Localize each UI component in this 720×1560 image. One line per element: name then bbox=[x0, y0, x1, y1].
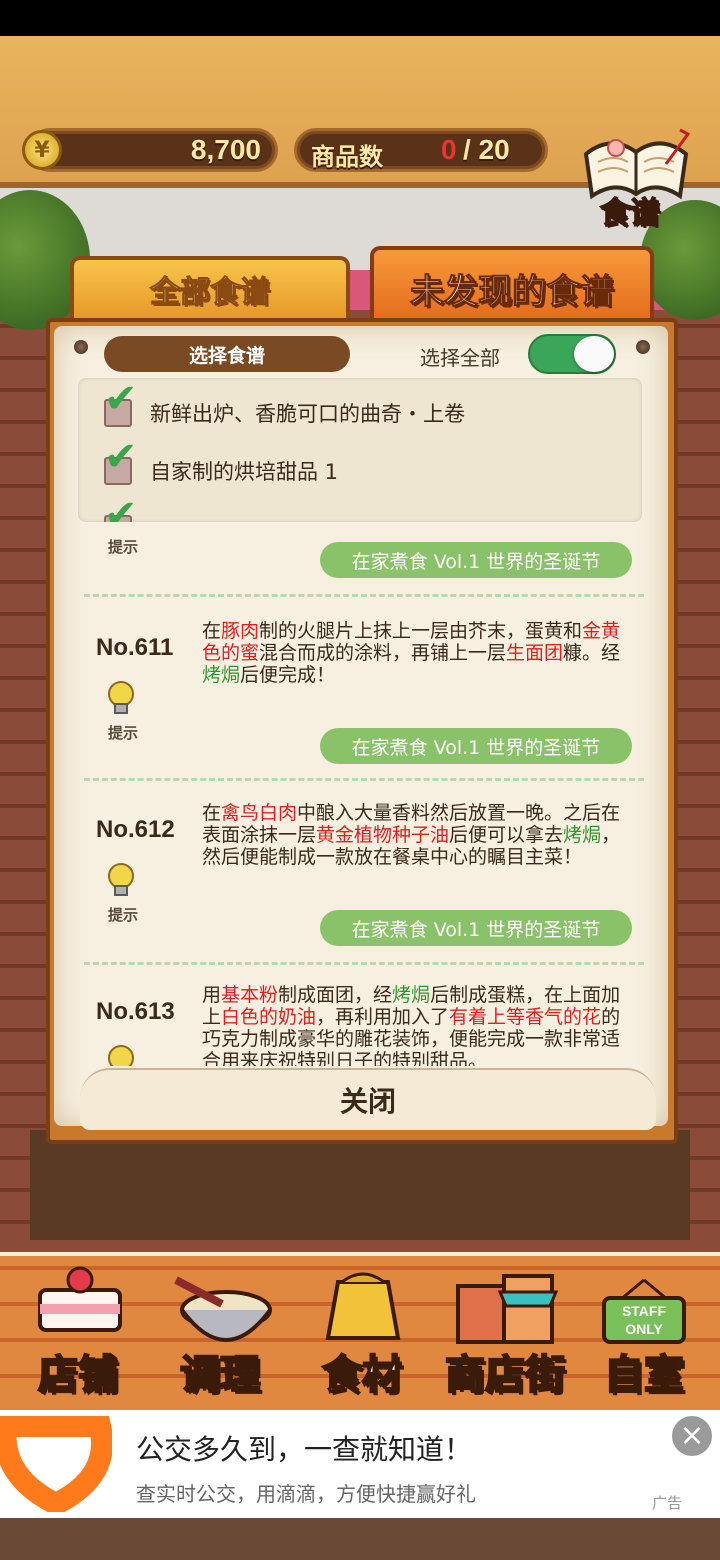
storefront-icon bbox=[456, 1274, 559, 1344]
nav-label: 店铺 bbox=[37, 1351, 119, 1399]
shop-floor bbox=[30, 1130, 690, 1240]
divider bbox=[84, 594, 644, 597]
close-button[interactable]: 关闭 bbox=[80, 1068, 656, 1130]
lightbulb-icon[interactable] bbox=[104, 862, 138, 898]
nav-label: 自室 bbox=[603, 1351, 685, 1399]
ad-title[interactable]: 公交多久到，一查就知道！ bbox=[136, 1428, 472, 1468]
product-count-current: 0 bbox=[441, 134, 457, 165]
status-bar bbox=[0, 0, 720, 36]
recipe-description: 用基本粉制成面团，经烤焗后制成蛋糕，在上面加上白色的奶油，再利用加入了有着上等香… bbox=[202, 984, 621, 1066]
divider bbox=[84, 778, 644, 781]
filter-item[interactable]: ✔ 自家制的烘培甜品 1 bbox=[104, 437, 339, 496]
toggle-knob bbox=[574, 336, 614, 372]
staff-only-sign-icon: STAFF ONLY bbox=[602, 1278, 686, 1344]
recipe-entry: No.612 提示 在禽鸟白肉中酿入大量香料然后放置一晚。之后在表面涂抹一层黄金… bbox=[84, 800, 644, 982]
hint-label[interactable]: 提示 bbox=[108, 722, 138, 743]
recipe-filter-list[interactable]: ✔ 新鲜出炉、香脆可口的曲奇・上卷 ✔ 自家制的烘培甜品 1 ✔ bbox=[78, 378, 642, 522]
product-count-label: 商品数 bbox=[311, 143, 383, 171]
checkbox[interactable]: ✔ bbox=[104, 379, 138, 427]
nail-icon bbox=[74, 340, 88, 354]
recipe-entry: 提示 在家煮食 Vol.1 世界的圣诞节 bbox=[84, 522, 644, 584]
money-value: 8,700 bbox=[190, 134, 261, 165]
filter-item-label: 自家制的烘培甜品 1 bbox=[150, 460, 339, 484]
nav-cooking[interactable]: 调理 bbox=[150, 1256, 290, 1406]
recipe-source-badge: 在家煮食 Vol.1 世界的圣诞节 bbox=[320, 542, 632, 578]
checkmark-icon: ✔ bbox=[104, 434, 138, 480]
lightbulb-icon[interactable] bbox=[104, 1044, 138, 1066]
filter-item[interactable]: ✔ 新鲜出炉、香脆可口的曲奇・上卷 bbox=[104, 379, 465, 438]
recipe-entry: No.613 提示 用基本粉制成面团，经烤焗后制成蛋糕，在上面加上白色的奶油，再… bbox=[84, 982, 644, 1066]
game-floor-strip bbox=[0, 1518, 720, 1560]
divider bbox=[84, 962, 644, 965]
cake-icon bbox=[38, 1266, 122, 1332]
recipe-number: No.613 bbox=[96, 998, 175, 1025]
recipe-number: No.612 bbox=[96, 816, 175, 843]
recipe-list[interactable]: 提示 在家煮食 Vol.1 世界的圣诞节 No.611 提示 在豚肉制的火腿片上… bbox=[84, 522, 644, 1066]
filter-item-label: 新鲜出炉、香脆可口的曲奇・上卷 bbox=[150, 402, 465, 426]
nav-my-room[interactable]: STAFF ONLY 自室 bbox=[574, 1256, 714, 1406]
select-recipe-label[interactable]: 选择食谱 bbox=[104, 336, 350, 372]
select-all-toggle[interactable] bbox=[528, 334, 616, 374]
select-all-label: 选择全部 bbox=[420, 346, 500, 370]
recipe-number: No.611 bbox=[96, 634, 174, 661]
product-count-total: / 20 bbox=[463, 134, 510, 165]
didi-logo-icon bbox=[0, 1416, 112, 1512]
recipe-description: 在禽鸟白肉中酿入大量香料然后放置一晚。之后在表面涂抹一层黄金植物种子油后便可以拿… bbox=[202, 802, 621, 868]
staff-sign-text: STAFF bbox=[622, 1303, 667, 1319]
money-display: 8,700 bbox=[28, 128, 278, 172]
nav-ingredients[interactable]: 食材 bbox=[292, 1256, 432, 1406]
checkbox[interactable]: ✔ bbox=[104, 495, 138, 522]
hint-label[interactable]: 提示 bbox=[108, 904, 138, 925]
nav-shop[interactable]: 店铺 bbox=[8, 1256, 148, 1406]
flour-sack-icon bbox=[325, 1272, 401, 1340]
nav-shopping-street[interactable]: 商店街 bbox=[430, 1256, 580, 1406]
nav-label: 商店街 bbox=[444, 1351, 566, 1399]
tab-all-recipes[interactable]: 全部食谱 bbox=[70, 256, 350, 318]
ad-label: 广告 bbox=[652, 1494, 683, 1512]
recipe-source-badge: 在家煮食 Vol.1 世界的圣诞节 bbox=[320, 910, 632, 946]
nav-label: 食材 bbox=[321, 1351, 403, 1399]
product-count-display: 商品数 0 / 20 bbox=[294, 128, 548, 172]
hint-label[interactable]: 提示 bbox=[108, 536, 138, 557]
staff-sign-text: ONLY bbox=[625, 1321, 663, 1337]
recipe-book-label: 食谱 bbox=[599, 195, 661, 232]
lightbulb-icon[interactable] bbox=[104, 680, 138, 716]
checkmark-icon: ✔ bbox=[104, 378, 138, 422]
filter-item-partial[interactable]: ✔ bbox=[104, 495, 138, 522]
tab-undiscovered-recipes[interactable]: 未发现的食谱 bbox=[370, 246, 654, 326]
recipe-description: 在豚肉制的火腿片上抹上一层由芥末，蛋黄和金黄色的蜜混合而成的涂料，再铺上一层生面… bbox=[202, 620, 621, 686]
checkbox[interactable]: ✔ bbox=[104, 437, 138, 485]
nav-label: 调理 bbox=[179, 1351, 261, 1399]
checkmark-icon: ✔ bbox=[104, 492, 138, 522]
mixing-bowl-icon bbox=[174, 1276, 272, 1342]
nail-icon bbox=[636, 340, 650, 354]
recipe-source-badge: 在家煮食 Vol.1 世界的圣诞节 bbox=[320, 728, 632, 764]
recipe-entry: No.611 提示 在豚肉制的火腿片上抹上一层由芥末，蛋黄和金黄色的蜜混合而成的… bbox=[84, 618, 644, 800]
ad-close-button[interactable]: × bbox=[672, 1416, 712, 1456]
ad-subtitle[interactable]: 查实时公交，用滴滴，方便快捷赢好礼 bbox=[136, 1478, 476, 1507]
coin-icon: ¥ bbox=[22, 130, 62, 170]
